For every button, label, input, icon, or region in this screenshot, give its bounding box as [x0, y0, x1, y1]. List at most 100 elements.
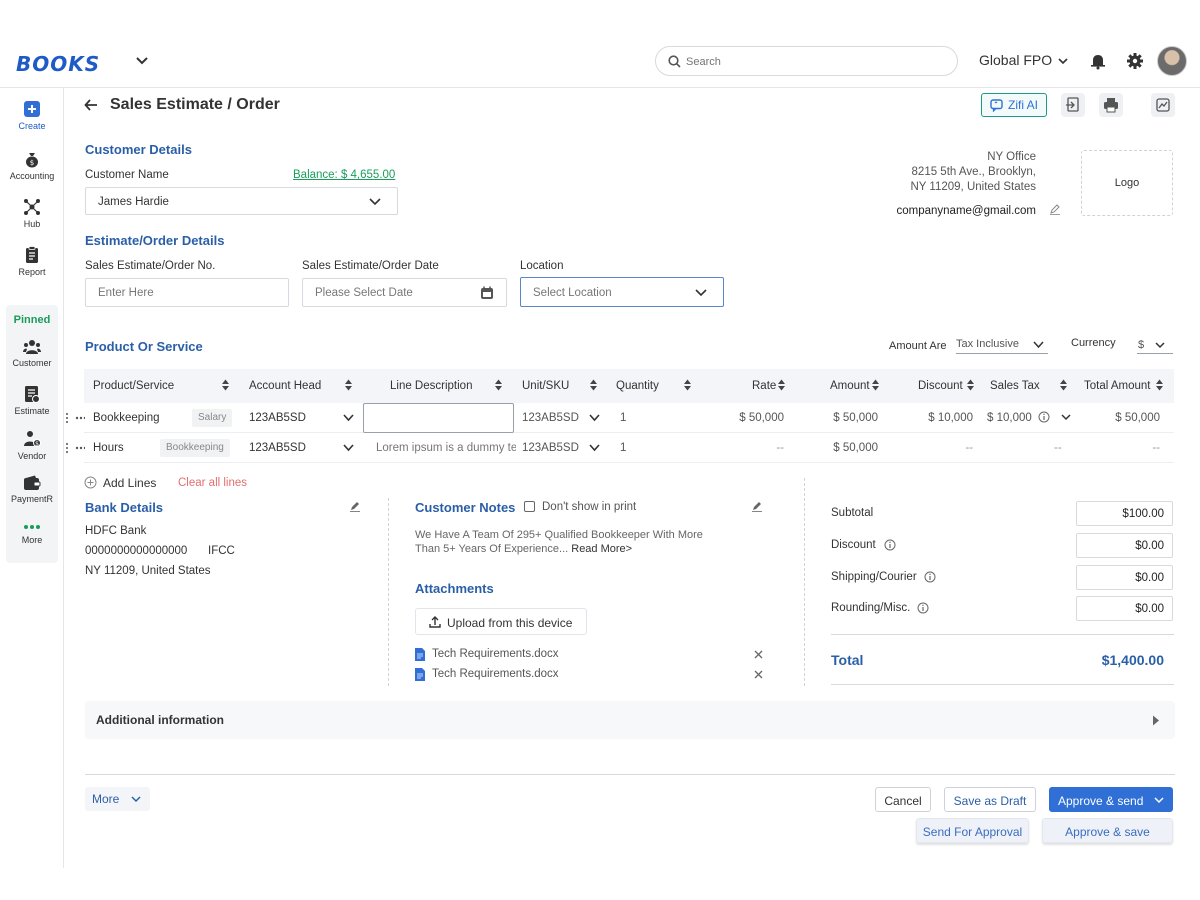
- info-icon[interactable]: [917, 602, 929, 614]
- location-select[interactable]: Select Location: [520, 277, 724, 307]
- column-header-amount[interactable]: Amount: [830, 380, 870, 392]
- customer-name-select[interactable]: James Hardie: [85, 187, 398, 215]
- info-icon[interactable]: [924, 571, 936, 583]
- search-input[interactable]: [686, 53, 946, 71]
- attachment-file[interactable]: Tech Requirements.docx: [432, 668, 559, 680]
- analytics-button[interactable]: [1151, 93, 1175, 117]
- row-discount[interactable]: --: [893, 442, 973, 454]
- currency-select[interactable]: $: [1137, 336, 1173, 354]
- additional-information-panel[interactable]: Additional information: [85, 701, 1175, 739]
- column-header-line-description[interactable]: Line Description: [390, 380, 472, 392]
- row-unit[interactable]: 123AB5SD: [522, 442, 579, 454]
- row-product[interactable]: Hours: [93, 442, 124, 454]
- sort-icon[interactable]: [589, 378, 598, 392]
- approve-and-send-button[interactable]: Approve & send: [1049, 787, 1173, 812]
- column-header-sales-tax[interactable]: Sales Tax: [990, 380, 1040, 392]
- dont-show-in-print-checkbox[interactable]: [524, 501, 535, 512]
- estimate-number-input[interactable]: Enter Here: [85, 278, 289, 307]
- estimate-date-input[interactable]: Please Select Date: [302, 278, 507, 307]
- row-description[interactable]: Lorem ipsum is a dummy te: [376, 442, 516, 454]
- row-account[interactable]: 123AB5SD: [249, 412, 306, 424]
- print-button[interactable]: [1099, 93, 1123, 117]
- chevron-down-icon[interactable]: [342, 443, 355, 453]
- column-header-account-head[interactable]: Account Head: [249, 380, 321, 392]
- chevron-down-icon[interactable]: [342, 413, 355, 423]
- sidebar-item-hub[interactable]: Hub: [0, 198, 64, 229]
- balance-link[interactable]: Balance: $ 4,655.00: [293, 169, 395, 181]
- row-product[interactable]: Bookkeeping: [93, 412, 160, 424]
- drag-handle-icon[interactable]: [65, 442, 85, 454]
- organization-selector[interactable]: Global FPO: [979, 52, 1052, 68]
- chevron-down-icon[interactable]: [1056, 55, 1070, 67]
- sort-icon[interactable]: [1059, 378, 1068, 392]
- back-arrow-icon[interactable]: [84, 98, 98, 112]
- zifi-ai-button[interactable]: Zifi AI: [981, 93, 1047, 117]
- sort-icon[interactable]: [1155, 378, 1164, 392]
- edit-pencil-icon[interactable]: [349, 500, 361, 512]
- avatar[interactable]: [1157, 46, 1187, 76]
- row-quantity[interactable]: 1: [620, 412, 626, 424]
- sidebar-item-report[interactable]: Report: [0, 246, 64, 277]
- close-icon[interactable]: [754, 670, 763, 679]
- column-header-total-amount[interactable]: Total Amount: [1084, 380, 1150, 392]
- sidebar-item-paymentr[interactable]: PaymentR: [0, 475, 64, 504]
- chevron-down-icon[interactable]: [1153, 796, 1165, 805]
- sidebar-item-more[interactable]: More: [0, 522, 64, 545]
- chevron-down-icon[interactable]: [132, 52, 152, 70]
- sidebar-item-estimate[interactable]: Estimate: [0, 385, 64, 416]
- send-for-approval-button[interactable]: Send For Approval: [916, 818, 1029, 843]
- clear-all-lines-link[interactable]: Clear all lines: [178, 477, 247, 489]
- chevron-down-icon[interactable]: [1060, 413, 1072, 422]
- info-icon[interactable]: [884, 539, 896, 551]
- sort-icon[interactable]: [871, 378, 880, 392]
- close-icon[interactable]: [754, 650, 763, 659]
- row-discount[interactable]: $ 10,000: [893, 412, 973, 424]
- attachment-file[interactable]: Tech Requirements.docx: [432, 648, 559, 660]
- column-header-discount[interactable]: Discount: [918, 380, 963, 392]
- line-description-input[interactable]: [363, 403, 514, 433]
- row-sales-tax[interactable]: --: [1054, 442, 1062, 454]
- shipping-input[interactable]: $0.00: [1076, 565, 1173, 590]
- sidebar-item-customer[interactable]: Customer: [0, 339, 64, 368]
- search-bar[interactable]: [655, 46, 958, 76]
- edit-pencil-icon[interactable]: [751, 500, 763, 512]
- sort-icon[interactable]: [683, 378, 692, 392]
- sidebar-item-vendor[interactable]: $ Vendor: [0, 430, 64, 461]
- chevron-down-icon[interactable]: [588, 443, 601, 453]
- cancel-button[interactable]: Cancel: [875, 787, 931, 812]
- export-button[interactable]: [1061, 93, 1085, 117]
- column-header-rate[interactable]: Rate: [752, 380, 776, 392]
- row-rate[interactable]: $ 50,000: [704, 412, 784, 424]
- drag-handle-icon[interactable]: [65, 412, 85, 424]
- read-more-link[interactable]: Read More>: [571, 543, 632, 555]
- save-as-draft-button[interactable]: Save as Draft: [944, 787, 1036, 812]
- calendar-icon[interactable]: [480, 286, 494, 300]
- sidebar-item-accounting[interactable]: $ Accounting: [0, 150, 64, 181]
- chevron-down-icon[interactable]: [588, 413, 601, 423]
- sort-icon[interactable]: [777, 378, 786, 392]
- row-unit[interactable]: 123AB5SD: [522, 412, 579, 424]
- discount-input[interactable]: $0.00: [1076, 533, 1173, 558]
- column-header-product[interactable]: Product/Service: [93, 380, 174, 392]
- row-quantity[interactable]: 1: [620, 442, 626, 454]
- bell-icon[interactable]: [1089, 52, 1107, 70]
- app-logo[interactable]: BOOKS: [16, 52, 100, 76]
- gear-icon[interactable]: [1126, 52, 1144, 70]
- row-rate[interactable]: --: [704, 442, 784, 454]
- sidebar-item-create[interactable]: Create: [0, 100, 64, 131]
- row-account[interactable]: 123AB5SD: [249, 442, 306, 454]
- sort-icon[interactable]: [221, 378, 230, 392]
- row-sales-tax[interactable]: $ 10,000: [987, 412, 1032, 424]
- amount-are-select[interactable]: Tax Inclusive: [956, 336, 1048, 354]
- info-icon[interactable]: [1038, 411, 1050, 423]
- edit-pencil-icon[interactable]: [1049, 203, 1061, 215]
- sort-icon[interactable]: [344, 378, 353, 392]
- column-header-unit-sku[interactable]: Unit/SKU: [522, 380, 569, 392]
- more-button[interactable]: More: [85, 787, 150, 811]
- approve-and-save-button[interactable]: Approve & save: [1042, 818, 1173, 843]
- sort-icon[interactable]: [494, 378, 503, 392]
- upload-button[interactable]: Upload from this device: [415, 608, 587, 635]
- rounding-input[interactable]: $0.00: [1076, 596, 1173, 621]
- column-header-quantity[interactable]: Quantity: [616, 380, 659, 392]
- logo-upload[interactable]: Logo: [1081, 150, 1173, 216]
